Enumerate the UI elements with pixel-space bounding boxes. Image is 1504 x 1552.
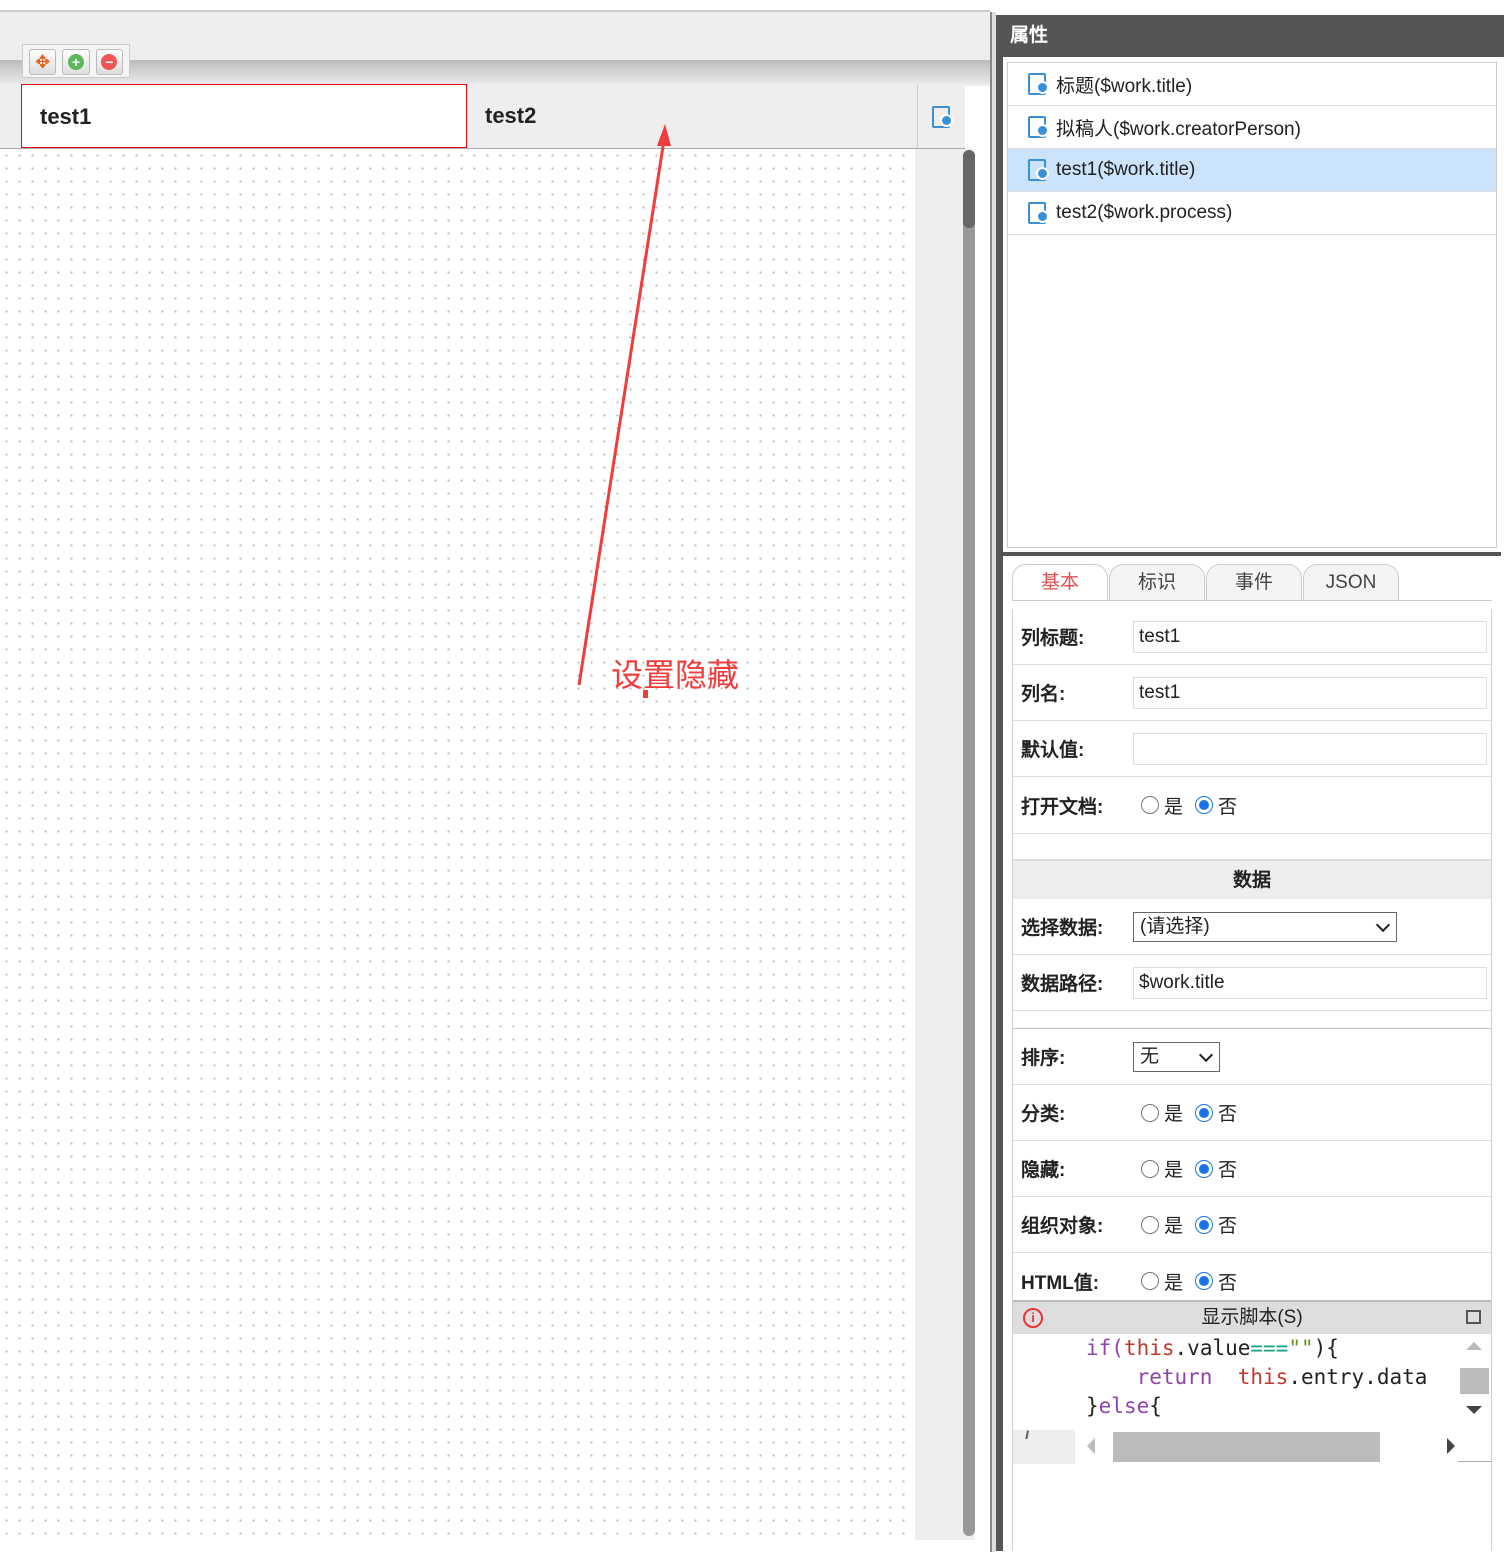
- radio-label: 是: [1164, 1272, 1184, 1294]
- radio-label: 是: [1164, 1160, 1184, 1181]
- code-horizontal-scrollbar[interactable]: [1075, 1430, 1458, 1463]
- script-editor: i 显示脚本(S) ▼ i ▼ i if(this.value===""){ r…: [1013, 1300, 1491, 1464]
- list-item-label: test2($work.process): [1056, 202, 1233, 223]
- tab-basic[interactable]: 基本: [1012, 564, 1108, 600]
- code-area[interactable]: if(this.value===""){ return this.entry.d…: [1013, 1334, 1458, 1430]
- list-item-label: 标题($work.title): [1056, 75, 1193, 97]
- code-token: else: [1098, 1394, 1150, 1418]
- field-label: HTML值:: [1021, 1272, 1100, 1294]
- restore-window-icon[interactable]: [1466, 1310, 1481, 1324]
- panel-border: [996, 57, 1003, 1551]
- code-token: ===: [1250, 1336, 1289, 1360]
- properties-title: 属性: [996, 15, 1504, 57]
- tab-identity[interactable]: 标识: [1109, 564, 1205, 600]
- column-list: 标题($work.title) 拟稿人($work.creatorPerson)…: [1007, 62, 1497, 548]
- list-item[interactable]: test2($work.process): [1008, 192, 1496, 235]
- document-icon: [1028, 116, 1049, 138]
- radio-label: 是: [1164, 796, 1184, 818]
- html-yes-radio[interactable]: [1141, 1272, 1159, 1290]
- radio-label: 否: [1218, 796, 1238, 818]
- radio-label: 否: [1218, 1272, 1238, 1294]
- category-no-radio[interactable]: [1195, 1103, 1214, 1122]
- radio-label: 否: [1218, 1216, 1238, 1237]
- info-icon[interactable]: i: [1023, 1308, 1043, 1328]
- field-label: 数据路径:: [1021, 974, 1104, 995]
- panel-separator[interactable]: [1003, 552, 1501, 556]
- category-yes-radio[interactable]: [1141, 1103, 1159, 1122]
- radio-label: 是: [1164, 1104, 1184, 1125]
- open-doc-no-radio[interactable]: [1195, 796, 1214, 814]
- open-doc-yes-radio[interactable]: [1141, 796, 1159, 814]
- field-label: 分类:: [1021, 1104, 1066, 1125]
- default-value-input[interactable]: [1133, 732, 1487, 765]
- code-token: if(: [1086, 1336, 1124, 1360]
- list-item-label: 拟稿人($work.creatorPerson): [1056, 118, 1301, 140]
- script-header: i 显示脚本(S): [1013, 1302, 1491, 1334]
- radio-label: 是: [1164, 1216, 1184, 1237]
- code-token: }: [1086, 1394, 1099, 1418]
- field-label: 排序:: [1021, 1048, 1066, 1069]
- hidden-yes-radio[interactable]: [1141, 1159, 1159, 1178]
- hidden-no-radio[interactable]: [1195, 1159, 1214, 1178]
- radio-label: 否: [1218, 1104, 1238, 1125]
- code-token: "": [1288, 1336, 1314, 1360]
- html-no-radio[interactable]: [1195, 1272, 1214, 1290]
- code-token: .: [1174, 1336, 1188, 1360]
- annotation-arrow: [577, 124, 671, 698]
- chevron-down-icon: [1198, 1047, 1214, 1062]
- tab-events[interactable]: 事件: [1206, 564, 1302, 600]
- field-label: 组织对象:: [1021, 1216, 1104, 1237]
- dropdown-value: (请选择): [1140, 915, 1210, 937]
- sort-dropdown[interactable]: 无: [1133, 1041, 1220, 1072]
- field-label: 列标题:: [1021, 628, 1085, 649]
- annotation-text: 设置隐藏: [611, 657, 740, 693]
- code-token: .entry.data: [1288, 1365, 1428, 1389]
- document-icon: [1028, 73, 1049, 95]
- chevron-down-icon: [1375, 917, 1391, 932]
- field-label: 打开文档:: [1021, 796, 1104, 818]
- field-label: 隐藏:: [1021, 1160, 1066, 1181]
- code-token: value: [1187, 1336, 1251, 1360]
- list-item-label: test1($work.title): [1056, 159, 1196, 180]
- column-title-input[interactable]: test1: [1133, 620, 1487, 653]
- org-yes-radio[interactable]: [1141, 1215, 1159, 1234]
- code-token: this: [1237, 1365, 1289, 1389]
- data-path-input[interactable]: $work.title: [1133, 966, 1487, 999]
- code-token: return: [1136, 1365, 1213, 1389]
- document-icon: [1028, 202, 1049, 224]
- code-token: ){: [1313, 1336, 1339, 1360]
- property-tabs: 基本 标识 事件 JSON: [1012, 564, 1492, 601]
- dropdown-value: 无: [1140, 1045, 1160, 1067]
- tab-json[interactable]: JSON: [1303, 564, 1399, 600]
- field-label: 默认值:: [1021, 740, 1085, 761]
- column-name-input[interactable]: test1: [1133, 676, 1487, 709]
- code-vertical-scrollbar[interactable]: [1458, 1334, 1491, 1430]
- script-title: 显示脚本(S): [1201, 1307, 1303, 1328]
- select-data-dropdown[interactable]: (请选择): [1133, 911, 1397, 942]
- field-label: 列名:: [1021, 684, 1066, 705]
- data-section-header: 数据: [1013, 859, 1491, 899]
- list-item[interactable]: 拟稿人($work.creatorPerson): [1008, 106, 1496, 149]
- document-icon: [1028, 159, 1049, 181]
- radio-label: 否: [1218, 1160, 1238, 1181]
- list-item[interactable]: 标题($work.title): [1008, 63, 1496, 106]
- field-label: 选择数据:: [1021, 918, 1104, 939]
- list-item-selected[interactable]: test1($work.title): [1008, 149, 1496, 192]
- org-no-radio[interactable]: [1195, 1215, 1214, 1234]
- code-token: this: [1123, 1336, 1175, 1360]
- code-token: {: [1149, 1394, 1162, 1418]
